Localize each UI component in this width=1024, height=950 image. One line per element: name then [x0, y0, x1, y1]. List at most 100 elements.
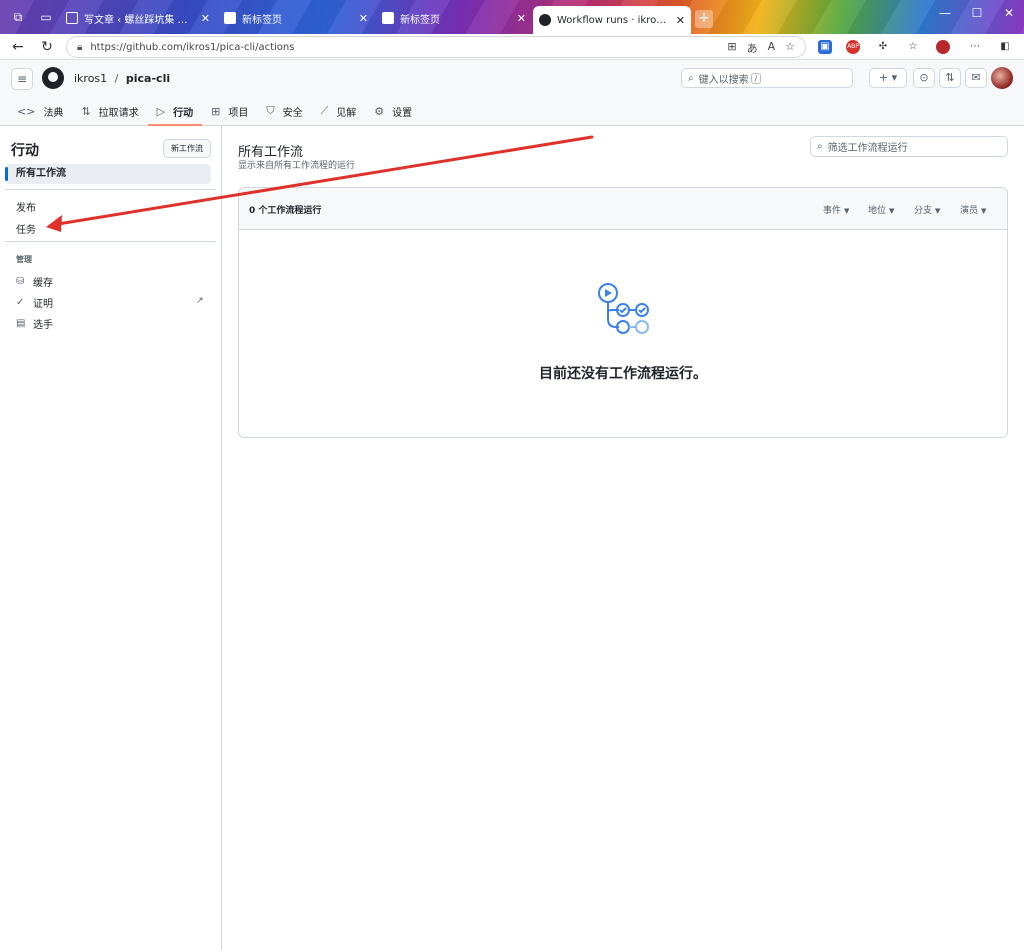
sidebar-toggle-icon[interactable]: ◧	[998, 40, 1012, 54]
caret-down-icon: ▼	[981, 207, 987, 215]
owner-link[interactable]: ikros1	[74, 72, 107, 85]
sidebar-divider	[5, 189, 216, 190]
actions-sidebar: 行动 新工作流 所有工作流 发布 任务 管理 ⛁ 缓存 ✓ 证明 ↗ ▤ 选手	[0, 126, 222, 950]
empty-state-message: 目前还没有工作流程运行。	[539, 366, 707, 382]
external-link-icon: ↗	[196, 296, 204, 306]
sidebar-divider	[5, 241, 216, 242]
tab-projects[interactable]: ⊞ 项目	[202, 100, 257, 122]
maximize-button[interactable]: ☐	[962, 6, 992, 20]
translate-icon[interactable]: あ	[747, 40, 758, 56]
workspaces-icon[interactable]: ⧉	[10, 9, 26, 25]
sidebar-item-runners[interactable]: ▤ 选手	[16, 316, 53, 331]
breadcrumb-separator: /	[114, 72, 119, 85]
close-tab-icon[interactable]: ✕	[517, 12, 526, 25]
url-actions: ⊞ あ A ☆	[727, 40, 795, 56]
repo-link[interactable]: pica-cli	[126, 72, 170, 85]
close-tab-icon[interactable]: ✕	[359, 12, 368, 25]
filter-runs-input[interactable]: ⌕ 筛选工作流程运行	[810, 136, 1008, 157]
browser-tab-newtab-1[interactable]: 新标签页 ✕	[218, 6, 374, 30]
sidebar-item-release[interactable]: 发布	[16, 199, 36, 214]
gear-icon: ⚙	[374, 104, 385, 118]
dropdown-label: 事件	[823, 206, 842, 216]
code-icon: <>	[17, 104, 36, 118]
table-icon: ⊞	[211, 104, 221, 118]
newtab-icon	[224, 12, 236, 24]
profile-icon[interactable]	[936, 40, 950, 54]
tab-title: 新标签页	[242, 14, 282, 26]
tab-label: 安全	[282, 107, 303, 119]
refresh-icon[interactable]: ↻	[38, 38, 56, 56]
read-aloud-icon[interactable]: A	[768, 40, 776, 56]
runs-header: 0 个工作流程运行 事件 ▼ 地位 ▼ 分支 ▼ 演员 ▼	[239, 188, 1007, 230]
sidebar-item-task[interactable]: 任务	[16, 221, 36, 236]
github-logo-icon[interactable]	[42, 67, 64, 89]
favorite-star-icon[interactable]: ☆	[785, 40, 795, 56]
url-field[interactable]: 🔒︎ https://github.com/ikros1/pica-cli/ac…	[66, 36, 806, 58]
avatar[interactable]	[991, 67, 1013, 89]
github-search-input[interactable]: ⌕ 键入以搜索 /	[681, 68, 853, 88]
sidebar-title: 行动	[11, 143, 39, 159]
pull-requests-icon[interactable]: ⇅	[939, 68, 961, 88]
back-icon[interactable]: ←	[9, 38, 27, 56]
issues-icon[interactable]: ⊙	[913, 68, 935, 88]
tab-label: 法典	[43, 107, 64, 119]
close-tab-icon[interactable]: ✕	[201, 12, 210, 25]
url-text: https://github.com/ikros1/pica-cli/actio…	[90, 41, 295, 53]
shield-icon: ⛉	[266, 104, 275, 117]
sidebar-item-attestations[interactable]: ✓ 证明	[16, 295, 53, 310]
sidebar-item-all-workflows[interactable]: 所有工作流	[5, 164, 211, 184]
tab-label: 见解	[336, 107, 357, 119]
caret-down-icon: ▼	[844, 207, 850, 215]
newtab-icon	[382, 12, 394, 24]
sidebar-item-label: 缓存	[33, 278, 53, 289]
event-filter-dropdown[interactable]: 事件 ▼	[823, 203, 849, 216]
page-icon	[66, 12, 78, 24]
new-tab-button[interactable]: +	[695, 10, 713, 28]
favorites-icon[interactable]: ☆	[906, 40, 920, 54]
graph-icon: ⟋	[320, 104, 329, 117]
extension-icon[interactable]: ▣	[818, 40, 832, 54]
minimize-button[interactable]: —	[930, 6, 960, 20]
adblock-icon[interactable]: ABP	[846, 40, 860, 54]
sidebar-item-label: 选手	[33, 320, 53, 331]
workflow-empty-icon	[598, 283, 649, 334]
close-window-button[interactable]: ✕	[994, 6, 1024, 20]
puzzle-icon[interactable]: ✣	[876, 40, 890, 54]
tab-label: 行动	[173, 107, 194, 119]
apps-icon[interactable]: ⊞	[727, 40, 736, 56]
browser-tab-newtab-2[interactable]: 新标签页 ✕	[376, 6, 532, 30]
tab-actions[interactable]: ▷ 行动	[147, 100, 203, 126]
tab-pull-requests[interactable]: ⇅ 拉取请求	[72, 100, 147, 122]
breadcrumb: ikros1 / pica-cli	[74, 72, 170, 85]
filter-placeholder: 筛选工作流程运行	[827, 143, 908, 154]
browser-tab-wordpress[interactable]: 写文章 ‹ 螺丝踩坑集 — WordPress ✕	[60, 6, 216, 30]
check-circle-icon: ✓	[16, 297, 25, 308]
dropdown-label: 分支	[914, 206, 933, 216]
tab-label: 项目	[228, 107, 249, 119]
new-workflow-button[interactable]: 新工作流	[163, 139, 211, 158]
more-icon[interactable]: ⋯	[968, 40, 982, 54]
sidebar-item-label: 证明	[33, 299, 53, 310]
tab-security[interactable]: ⛉ 安全	[257, 100, 311, 122]
github-header: ≡ ikros1 / pica-cli ⌕ 键入以搜索 / + ▾ ⊙ ⇅ ✉ …	[0, 60, 1024, 126]
browser-tab-workflow-runs[interactable]: Workflow runs · ikros1/pica-cli ✕	[533, 6, 691, 34]
inbox-icon[interactable]: ✉	[965, 68, 987, 88]
tab-label: 拉取请求	[98, 107, 139, 119]
branch-filter-dropdown[interactable]: 分支 ▼	[914, 203, 940, 216]
search-shortcut-key: /	[750, 72, 762, 84]
tab-actions-icon[interactable]: ▭	[38, 9, 54, 25]
tab-settings[interactable]: ⚙ 设置	[365, 100, 421, 122]
tab-code[interactable]: <> 法典	[8, 100, 72, 122]
tab-insights[interactable]: ⟋ 见解	[312, 100, 366, 122]
create-new-button[interactable]: + ▾	[869, 68, 907, 88]
close-tab-icon[interactable]: ✕	[676, 14, 685, 27]
caret-down-icon: ▼	[889, 207, 895, 215]
dropdown-label: 地位	[868, 206, 887, 216]
actor-filter-dropdown[interactable]: 演员 ▼	[960, 203, 986, 216]
sidebar-item-caches[interactable]: ⛁ 缓存	[16, 274, 53, 289]
menu-icon[interactable]: ≡	[11, 68, 33, 90]
status-filter-dropdown[interactable]: 地位 ▼	[868, 203, 894, 216]
play-icon: ▷	[156, 104, 166, 118]
tab-title: 新标签页	[400, 14, 440, 26]
tab-title: 写文章 ‹ 螺丝踩坑集 — WordPress	[84, 14, 195, 26]
